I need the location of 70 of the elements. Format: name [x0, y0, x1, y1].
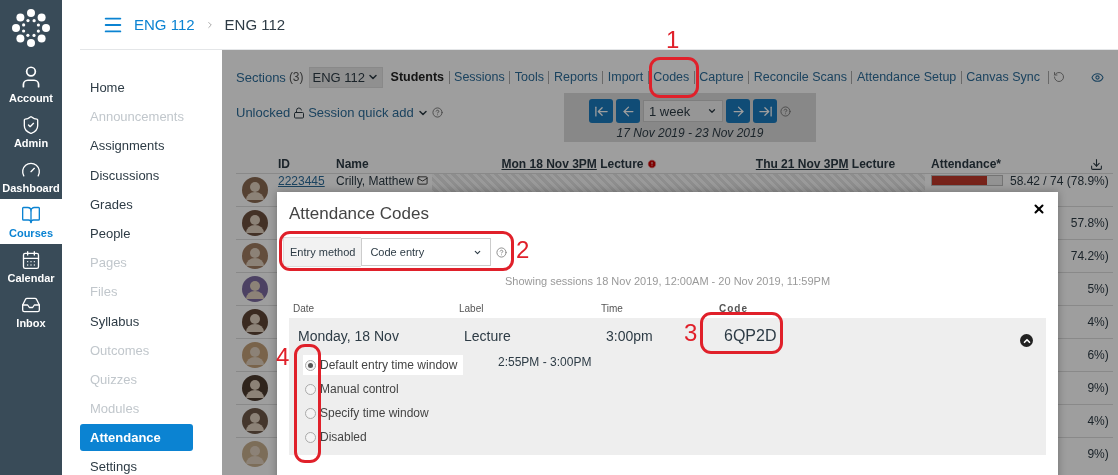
- attendance-value: 4%): [1087, 315, 1109, 329]
- toolbar-tab[interactable]: Students: [386, 70, 449, 84]
- toolbar-tab[interactable]: Capture: [693, 70, 749, 84]
- radio-option[interactable]: Disabled: [303, 427, 373, 447]
- toolbar-tab[interactable]: Reconcile Scans: [748, 70, 852, 84]
- column-header: Attendance*: [931, 157, 1001, 171]
- global-nav-item[interactable]: Dashboard: [0, 154, 62, 199]
- attendance-value: 6%): [1087, 348, 1109, 362]
- attendance-value: 9%): [1087, 447, 1109, 461]
- toolbar-tab[interactable]: Codes: [647, 70, 694, 84]
- sections-count: (3): [288, 70, 304, 84]
- column-header[interactable]: Thu 21 Nov 3PM Lecture: [720, 149, 925, 173]
- toolbar-tab[interactable]: Reports: [548, 70, 603, 84]
- column-header: Date: [292, 302, 315, 316]
- breadcrumb-link[interactable]: ENG 112: [224, 16, 286, 33]
- entry-method-select[interactable]: Code entry: [361, 238, 492, 266]
- range-select[interactable]: 1 week: [643, 100, 723, 122]
- radio-option[interactable]: Manual control: [303, 379, 405, 399]
- column-header: Time: [600, 302, 623, 316]
- annotation-number: 1: [666, 27, 680, 53]
- global-nav-item[interactable]: Account: [0, 58, 62, 109]
- lock-link[interactable]: Unlocked: [236, 105, 291, 120]
- quick-add-link[interactable]: Session quick add: [308, 105, 414, 120]
- sections-link[interactable]: Sections: [236, 69, 286, 85]
- global-nav-item[interactable]: Admin: [0, 109, 62, 154]
- course-nav-item[interactable]: Attendance: [80, 424, 193, 452]
- session-range-text: Showing sessions 18 Nov 2019, 12:00AM - 20 Nov 2019, 11:59PM: [503, 275, 832, 287]
- session-label: Lecture: [464, 327, 511, 344]
- annotation-number: 4: [276, 344, 290, 370]
- annotation-number: 3: [684, 320, 698, 346]
- attendance-value: 9%): [1087, 381, 1109, 395]
- attendance-value: 58.42 / 74 (78.9%): [1010, 175, 1109, 188]
- global-nav-item[interactable]: Calendar: [0, 244, 62, 289]
- toolbar-tab[interactable]: Import: [602, 70, 648, 84]
- session-time: 3:00pm: [606, 327, 653, 344]
- course-nav-item[interactable]: People: [80, 219, 193, 247]
- student-name: Crilly, Matthew: [336, 175, 414, 188]
- annotation-number: 2: [516, 237, 530, 263]
- toolbar-tab[interactable]: Sessions: [448, 70, 510, 84]
- attendance-value: 74.2%): [1070, 249, 1109, 263]
- session-date: Monday, 18 Nov: [298, 327, 399, 344]
- date-range: 17 Nov 2019 - 23 Nov 2019: [616, 126, 764, 140]
- column-header: Label: [458, 302, 484, 316]
- course-nav-item[interactable]: Grades: [80, 190, 193, 218]
- breadcrumb-link[interactable]: ENG 112: [134, 16, 195, 33]
- student-id-link[interactable]: 2223445: [278, 175, 325, 188]
- column-header[interactable]: Mon 18 Nov 3PM Lecture: [432, 149, 720, 173]
- global-nav-item[interactable]: Courses: [0, 199, 62, 244]
- global-nav-item[interactable]: Inbox: [0, 289, 62, 334]
- radio-option[interactable]: Default entry time window: [303, 355, 464, 375]
- column-header: ID: [277, 156, 291, 173]
- time-window: 2:55PM - 3:00PM: [498, 355, 592, 375]
- entry-method-label: Entry method: [283, 237, 362, 267]
- course-nav-item[interactable]: Settings: [80, 453, 193, 475]
- course-nav-item[interactable]: Assignments: [80, 132, 193, 160]
- column-header: Code: [718, 302, 748, 316]
- radio-option[interactable]: Specify time window: [303, 403, 435, 423]
- course-nav-item[interactable]: Syllabus: [80, 307, 193, 335]
- section-select[interactable]: ENG 112: [308, 66, 384, 88]
- course-nav-item[interactable]: Discussions: [80, 161, 193, 189]
- attendance-value: 5%): [1087, 282, 1109, 296]
- column-header: Name: [335, 156, 370, 173]
- toolbar-tab[interactable]: Tools: [509, 70, 549, 84]
- toolbar-tab[interactable]: Attendance Setup: [851, 70, 961, 84]
- toolbar-tab[interactable]: Canvas Sync: [960, 70, 1045, 84]
- session-code: 6QP2D: [724, 326, 777, 345]
- attendance-value: 4%): [1087, 414, 1109, 428]
- attendance-value: 57.8%): [1070, 216, 1109, 230]
- course-nav-item[interactable]: Home: [80, 74, 193, 101]
- dialog-title: Attendance Codes: [289, 204, 429, 224]
